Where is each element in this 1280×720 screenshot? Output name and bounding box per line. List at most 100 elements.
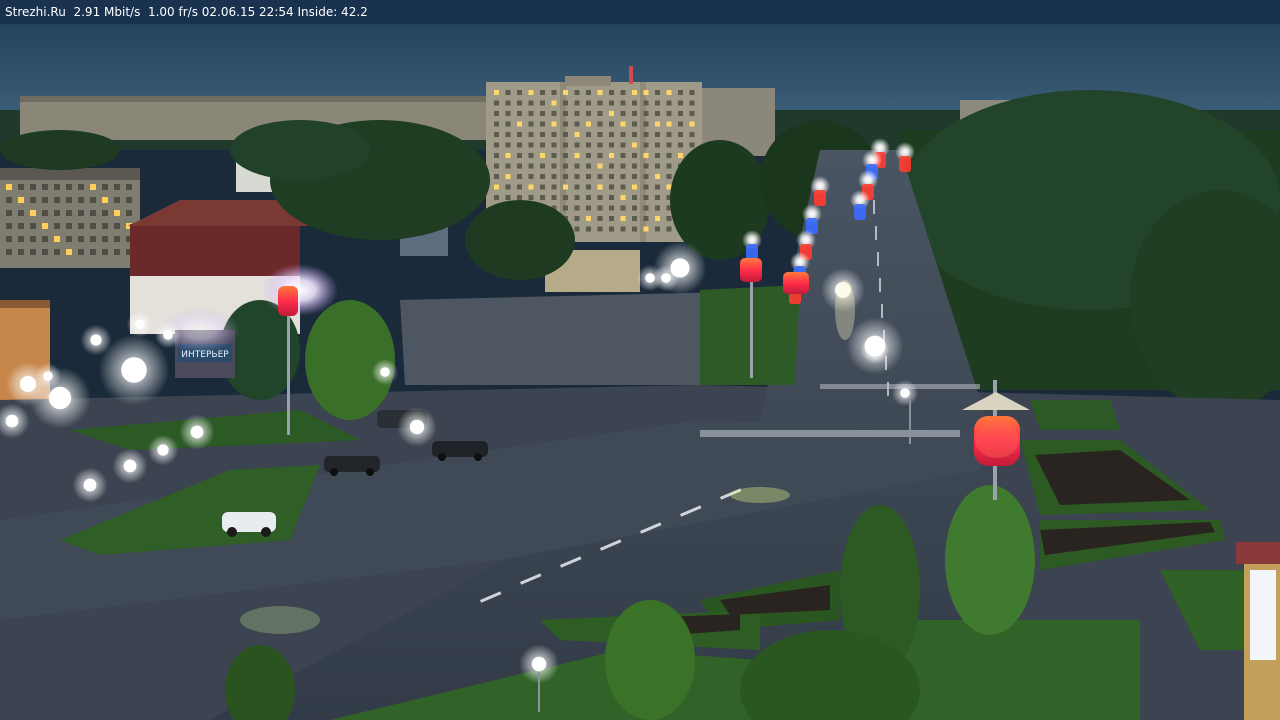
building-window — [78, 249, 84, 255]
building-window — [494, 111, 499, 116]
building-window — [102, 210, 108, 216]
datetime-readout: 02.06.15 22:54 — [201, 5, 294, 19]
street-lamp-globe — [20, 376, 36, 392]
building-window — [632, 226, 637, 232]
building-window — [609, 100, 614, 106]
building-window — [30, 249, 36, 255]
building-window — [563, 100, 568, 106]
building-window — [666, 132, 672, 137]
building-window — [574, 205, 580, 211]
building-window — [78, 236, 84, 242]
building-window — [609, 226, 614, 232]
building-window — [678, 90, 683, 95]
building-window — [643, 132, 649, 137]
building-window — [563, 142, 568, 148]
building-window — [609, 90, 614, 95]
building-window — [643, 216, 649, 221]
building-window — [42, 210, 48, 216]
building-window — [563, 163, 568, 169]
lane-dash — [877, 252, 879, 266]
building-window — [66, 236, 72, 242]
site-name: Strezhi.Ru — [5, 5, 66, 19]
building-window — [620, 132, 626, 137]
building-window — [620, 205, 626, 211]
building-window — [666, 184, 672, 190]
building-window — [551, 163, 557, 169]
street-lamp-globe — [48, 386, 72, 410]
building-window — [632, 216, 637, 221]
building-window — [42, 223, 48, 229]
building-window — [6, 184, 12, 190]
building-window — [643, 195, 649, 200]
building-window — [551, 174, 557, 179]
festive-light-ornament — [814, 190, 826, 206]
building-window — [632, 90, 637, 95]
framerate-readout: 1.00 fr/s — [147, 5, 198, 19]
lane-dash — [881, 304, 883, 318]
building-window — [505, 111, 511, 116]
building-window — [643, 100, 649, 106]
street-lamp-globe — [5, 414, 19, 428]
building-window — [54, 223, 60, 229]
building-window — [597, 111, 603, 116]
building-window — [586, 100, 591, 106]
building-window — [42, 249, 48, 255]
central-plaza — [400, 292, 730, 385]
building-window — [78, 210, 84, 216]
building-window — [505, 184, 511, 190]
building-window — [620, 100, 626, 106]
building-window — [517, 153, 522, 158]
street-lamp-globe — [83, 478, 97, 492]
building-window — [574, 90, 580, 95]
building-window — [66, 184, 72, 190]
inside-temperature-readout: Inside: 42.2 — [297, 5, 368, 19]
building-window — [586, 205, 591, 211]
building-window — [494, 153, 499, 158]
building-window — [494, 163, 499, 169]
building-window — [528, 195, 534, 200]
building-window — [540, 90, 545, 95]
building-window — [609, 153, 614, 158]
building-window — [574, 111, 580, 116]
building-window — [551, 111, 557, 116]
building-window — [505, 195, 511, 200]
building-window — [540, 111, 545, 116]
building-window — [517, 142, 522, 148]
building-window — [689, 90, 695, 95]
building-window — [620, 142, 626, 148]
building-window — [551, 142, 557, 148]
building-window — [689, 142, 695, 148]
building-window — [655, 100, 660, 106]
building-window — [494, 121, 499, 127]
building-window — [6, 210, 12, 216]
building-window — [643, 153, 649, 158]
lane-dash — [879, 278, 881, 292]
building-window — [597, 121, 603, 127]
building-window — [620, 153, 626, 158]
building-window — [655, 132, 660, 137]
building-window — [90, 197, 96, 203]
building-window — [597, 100, 603, 106]
building-window — [597, 216, 603, 221]
building-window — [563, 153, 568, 158]
building-window — [574, 226, 580, 232]
building-window — [655, 163, 660, 169]
building-window — [597, 195, 603, 200]
building-window — [78, 197, 84, 203]
building-window — [78, 223, 84, 229]
building-window — [655, 90, 660, 95]
building-window — [655, 111, 660, 116]
storefront-sign-text: ИНТЕРЬЕР — [181, 350, 229, 360]
building-window — [90, 223, 96, 229]
building-window — [540, 184, 545, 190]
building-window — [30, 236, 36, 242]
building-window — [643, 121, 649, 127]
building-window — [90, 210, 96, 216]
building-window — [42, 236, 48, 242]
building-window — [666, 121, 672, 127]
building-window — [632, 132, 637, 137]
street-lamp-globe — [135, 319, 145, 329]
building-window — [494, 132, 499, 137]
building-window — [689, 121, 695, 127]
building-window — [678, 121, 683, 127]
